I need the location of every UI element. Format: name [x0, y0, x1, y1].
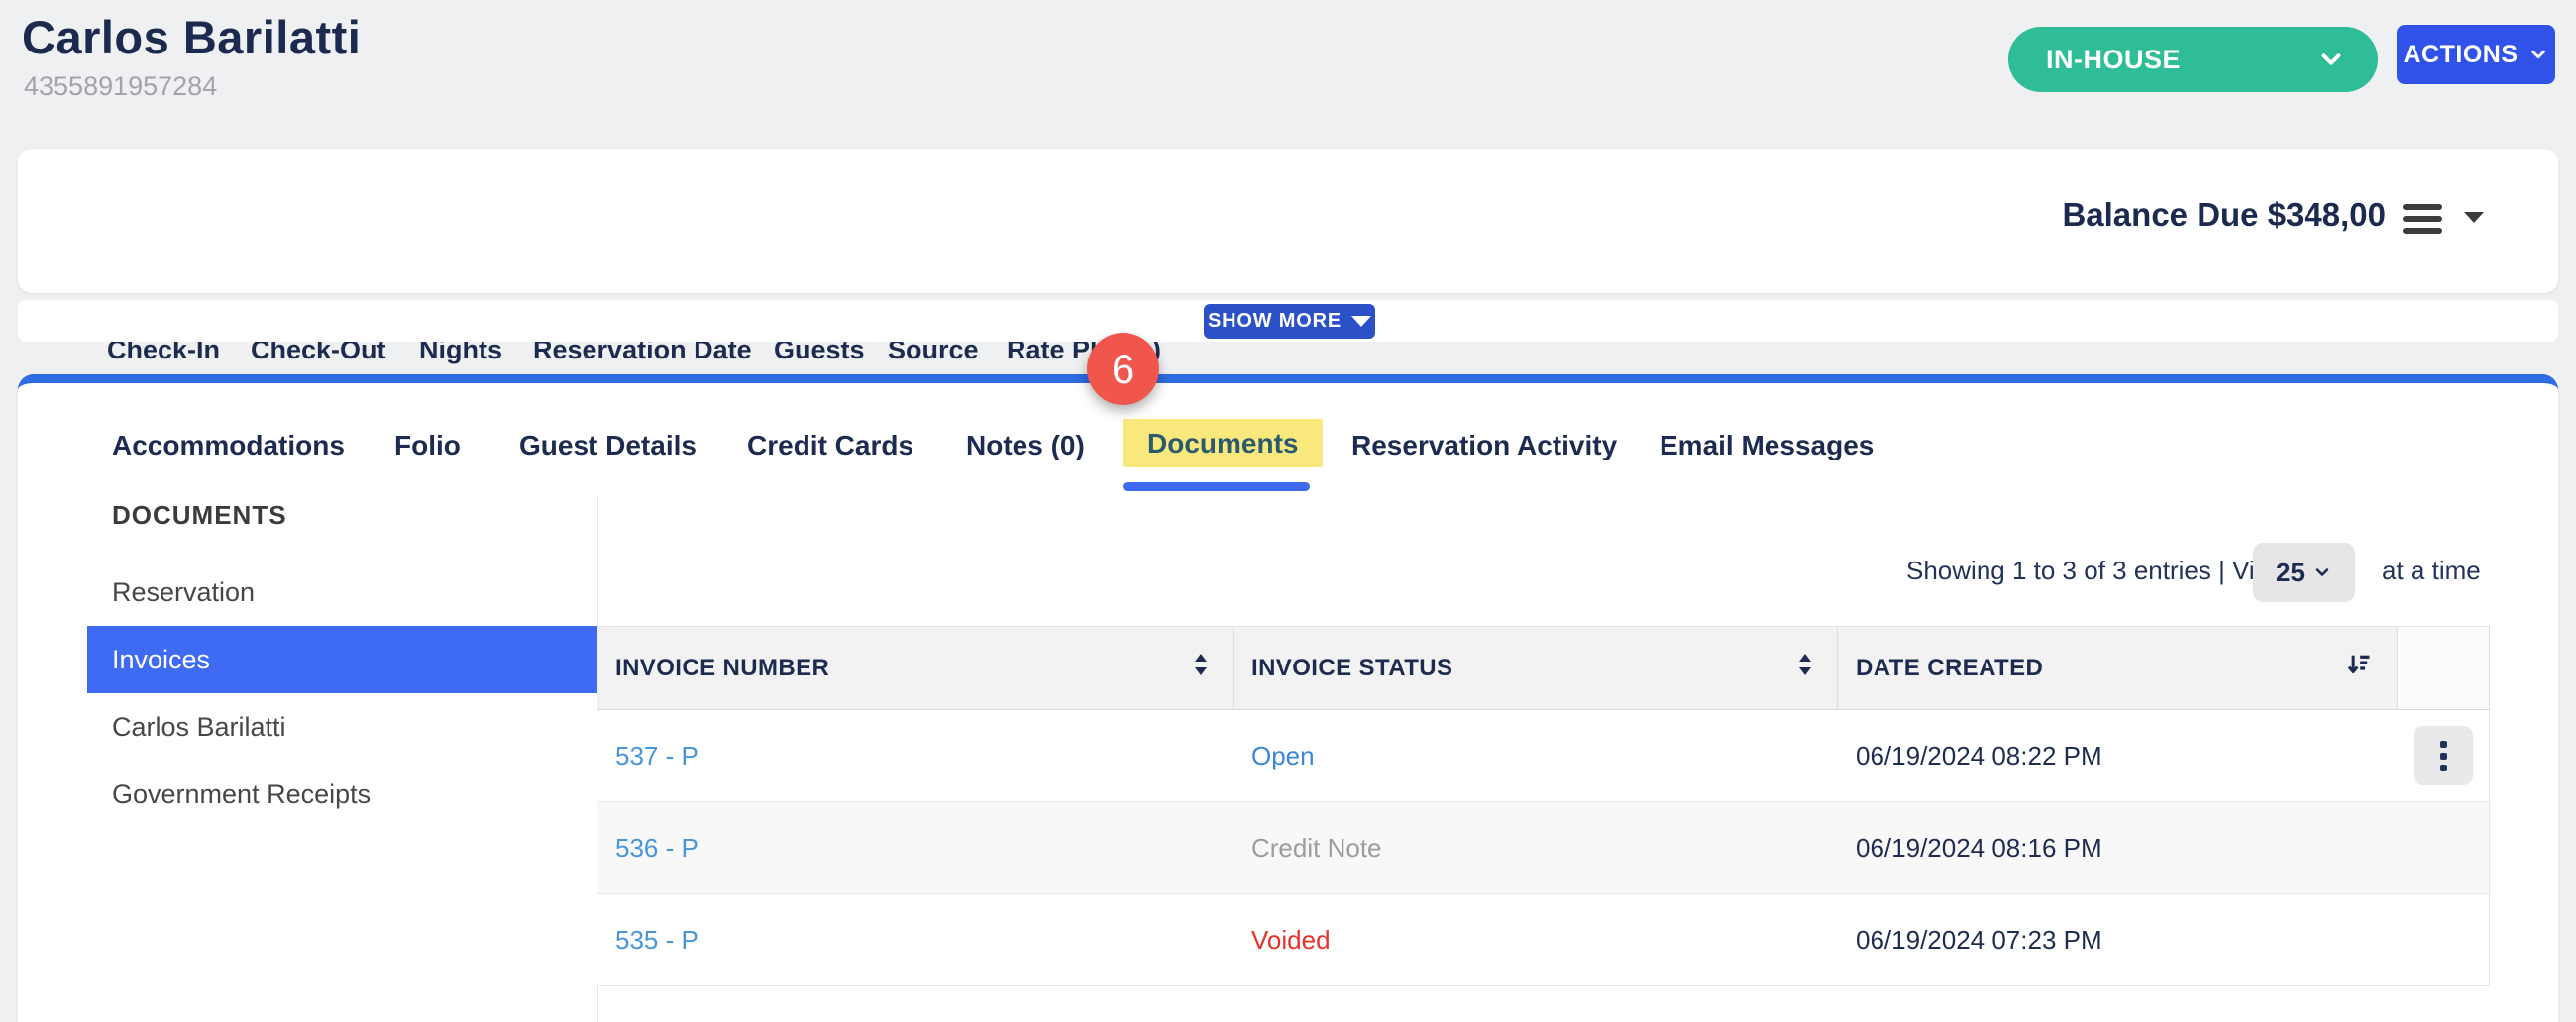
show-more-button[interactable]: SHOW MORE — [1204, 304, 1375, 339]
status-dropdown[interactable]: IN-HOUSE — [2008, 27, 2378, 92]
tab-accommodations[interactable]: Accommodations — [112, 430, 345, 461]
active-tab-underline — [1123, 482, 1310, 491]
sidebar-item-reservation[interactable]: Reservation — [87, 559, 597, 626]
invoice-status-cell: Credit Note — [1234, 802, 1838, 894]
column-label: INVOICE STATUS — [1251, 655, 1452, 682]
date-created-cell: 06/19/2024 08:16 PM — [1838, 802, 2398, 894]
chevron-down-icon — [2312, 562, 2332, 582]
invoice-number-link[interactable]: 536 - P — [597, 802, 1234, 894]
column-label: INVOICE NUMBER — [615, 655, 829, 682]
status-label: IN-HOUSE — [2046, 45, 2181, 75]
sidebar-item-carlos-barilatti[interactable]: Carlos Barilatti — [87, 693, 597, 761]
page-size-select[interactable]: 25 — [2253, 543, 2355, 602]
actions-label: ACTIONS — [2404, 41, 2519, 69]
at-a-time-text: at a time — [2382, 556, 2481, 586]
caret-down-icon[interactable] — [2464, 212, 2484, 223]
triangle-down-icon — [1351, 316, 1371, 327]
documents-sidebar: Reservation Invoices Carlos Barilatti Go… — [87, 559, 597, 828]
show-more-label: SHOW MORE — [1208, 310, 1342, 333]
invoice-number-link[interactable]: 537 - P — [597, 710, 1234, 802]
page-size-value: 25 — [2276, 558, 2305, 588]
tab-email-messages[interactable]: Email Messages — [1660, 430, 1874, 461]
row-actions-cell — [2398, 894, 2490, 986]
invoices-table: INVOICE NUMBER INVOICE STATUS DATE CREAT… — [597, 626, 2490, 986]
showing-entries-text: Showing 1 to 3 of 3 entries | View — [1906, 556, 2288, 586]
tab-reservation-activity[interactable]: Reservation Activity — [1351, 430, 1617, 461]
date-created-cell: 06/19/2024 08:22 PM — [1838, 710, 2398, 802]
sidebar-heading: DOCUMENTS — [112, 500, 287, 531]
actions-button[interactable]: ACTIONS — [2397, 25, 2555, 84]
guest-name: Carlos Barilatti — [22, 10, 361, 64]
column-header-invoice-status[interactable]: INVOICE STATUS — [1234, 626, 1838, 710]
sidebar-item-government-receipts[interactable]: Government Receipts — [87, 761, 597, 828]
row-actions-cell — [2398, 710, 2490, 802]
date-created-cell: 06/19/2024 07:23 PM — [1838, 894, 2398, 986]
menu-icon[interactable] — [2403, 199, 2448, 239]
row-actions-cell — [2398, 802, 2490, 894]
invoice-status-cell: Open — [1234, 710, 1838, 802]
column-label: DATE CREATED — [1856, 655, 2043, 682]
sort-icon[interactable] — [1193, 653, 1209, 683]
sort-descending-icon[interactable] — [2345, 651, 2373, 685]
tab-credit-cards[interactable]: Credit Cards — [747, 430, 913, 461]
sort-icon[interactable] — [1797, 653, 1813, 683]
column-header-date-created[interactable]: DATE CREATED — [1838, 626, 2398, 710]
annotation-badge: 6 — [1087, 333, 1159, 405]
reservation-number: 4355891957284 — [24, 71, 217, 102]
chevron-down-icon — [2527, 44, 2549, 65]
tab-notes[interactable]: Notes (0) — [966, 430, 1085, 461]
tab-folio[interactable]: Folio — [394, 430, 461, 461]
column-header-actions — [2398, 626, 2490, 710]
chevron-down-icon — [2316, 45, 2346, 74]
sidebar-item-invoices[interactable]: Invoices — [87, 626, 597, 693]
tab-guest-details[interactable]: Guest Details — [519, 430, 697, 461]
invoice-number-link[interactable]: 535 - P — [597, 894, 1234, 986]
balance-due: Balance Due $348,00 — [2062, 196, 2386, 234]
kebab-menu-icon[interactable] — [2414, 726, 2473, 785]
invoice-status-cell: Voided — [1234, 894, 1838, 986]
column-header-invoice-number[interactable]: INVOICE NUMBER — [597, 626, 1234, 710]
tab-documents-active[interactable]: Documents — [1123, 419, 1323, 467]
